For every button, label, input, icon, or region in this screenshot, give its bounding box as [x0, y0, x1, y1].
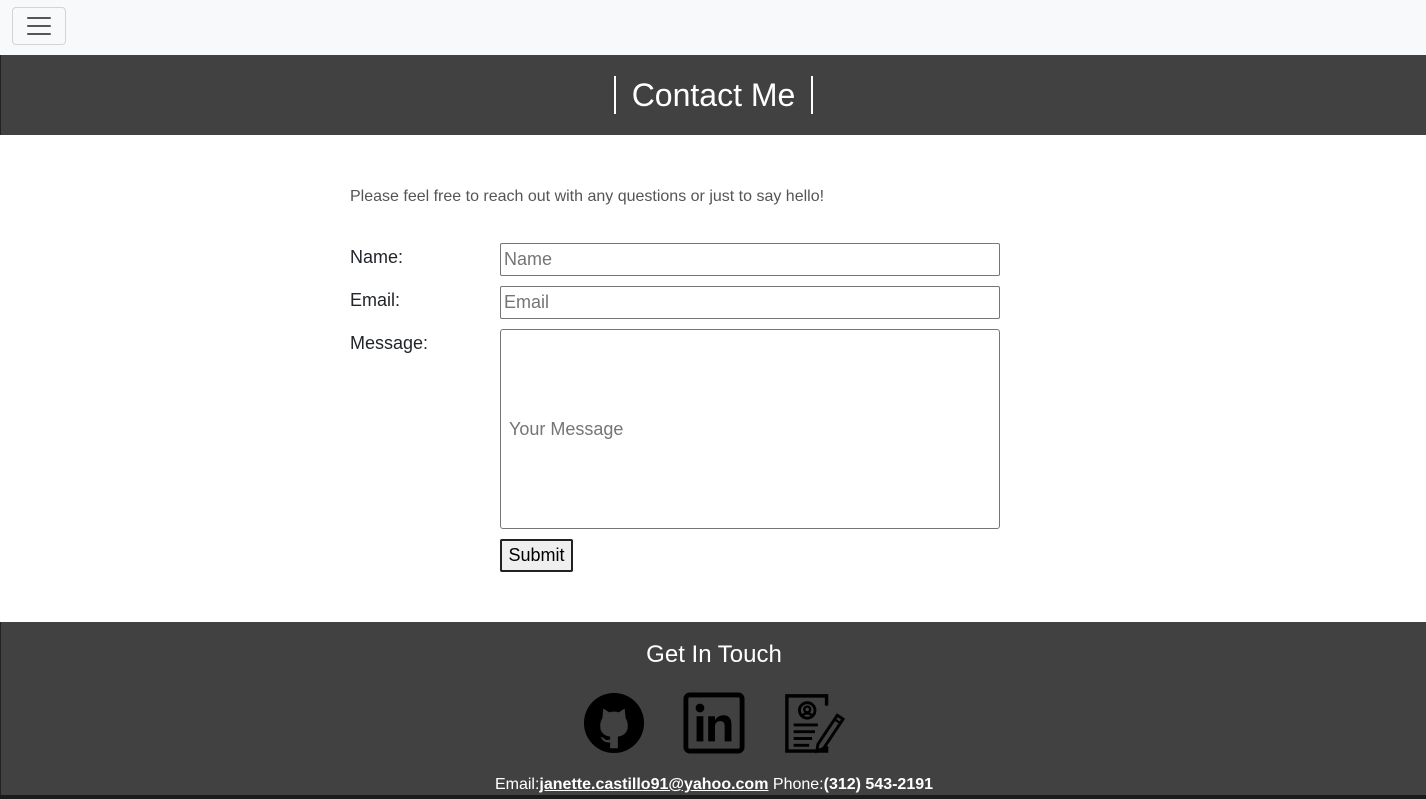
name-label: Name: [350, 247, 404, 267]
footer-title: Get In Touch [646, 641, 782, 668]
page-header: Contact Me [0, 55, 1426, 135]
linkedin-icon[interactable] [683, 692, 745, 754]
github-icon[interactable] [583, 692, 645, 754]
message-textarea[interactable]: Your Message [500, 329, 1000, 529]
email-input[interactable] [500, 286, 1000, 319]
name-input[interactable] [500, 243, 1000, 276]
message-placeholder: Your Message [509, 418, 624, 439]
submit-button[interactable]: Submit [500, 539, 573, 572]
footer: Get In Touch Email:janette.castillo91@ya… [0, 622, 1426, 799]
contact-line: Email:janette.castillo91@yahoo.com Phone… [1, 775, 1426, 795]
resume-icon[interactable] [783, 692, 845, 754]
intro-text: Please feel free to reach out with any q… [350, 188, 825, 205]
phone-number: (312) 543-2191 [823, 776, 934, 793]
message-label: Message: [350, 333, 429, 353]
bottom-edge [0, 795, 1426, 799]
top-navbar [0, 0, 1426, 55]
phone-label-text: Phone: [772, 776, 824, 793]
hamburger-menu-icon [27, 17, 51, 35]
email-label: Email: [350, 290, 401, 310]
email-label-text: Email: [494, 776, 540, 793]
navbar-toggler-button[interactable] [12, 7, 66, 45]
email-link[interactable]: janette.castillo91@yahoo.com [539, 776, 768, 793]
page-title: Contact Me [614, 76, 813, 114]
